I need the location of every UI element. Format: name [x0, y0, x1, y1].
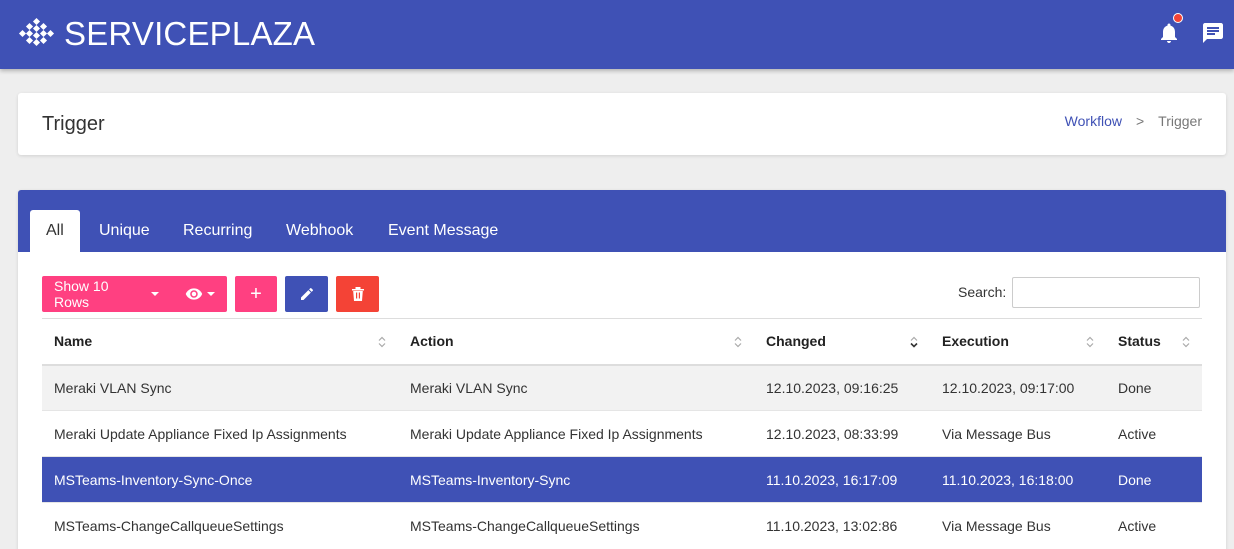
breadcrumb-workflow-link[interactable]: Workflow	[1065, 113, 1122, 129]
delete-button[interactable]	[336, 276, 379, 312]
table-toolbar: Show 10 Rows +	[42, 276, 387, 312]
trigger-list-card: All Unique Recurring Webhook Event Messa…	[18, 190, 1226, 549]
table-row[interactable]: Meraki Update Appliance Fixed Ip Assignm…	[42, 410, 1202, 457]
add-button[interactable]: +	[235, 276, 277, 312]
column-header-label: Action	[410, 333, 454, 350]
cell-action: Meraki Update Appliance Fixed Ip Assignm…	[398, 410, 754, 457]
column-header-label: Status	[1118, 333, 1161, 350]
column-header-status[interactable]: Status	[1106, 318, 1202, 366]
breadcrumb: Workflow > Trigger	[1065, 113, 1202, 129]
show-rows-button[interactable]: Show 10 Rows	[42, 276, 227, 312]
caret-down-icon	[151, 292, 160, 296]
brand-name: SERVICEPLAZA	[64, 15, 316, 52]
column-header-label: Changed	[766, 333, 826, 350]
cell-status: Done	[1106, 456, 1202, 503]
notifications-button[interactable]	[1156, 13, 1183, 46]
search-input[interactable]	[1012, 276, 1201, 308]
cell-status: Active	[1106, 410, 1202, 457]
cell-name: Meraki VLAN Sync	[42, 364, 398, 411]
search-area: Search:	[958, 276, 1201, 308]
chevron-right-icon: >	[1135, 113, 1145, 129]
cell-name: Meraki Update Appliance Fixed Ip Assignm…	[42, 410, 398, 457]
notification-badge	[1173, 13, 1183, 23]
table-row[interactable]: Meraki VLAN Sync Meraki VLAN Sync 12.10.…	[42, 364, 1202, 411]
tab-bar: All Unique Recurring Webhook Event Messa…	[18, 190, 1226, 252]
cell-status: Active	[1106, 502, 1202, 549]
column-header-label: Execution	[942, 333, 1009, 350]
column-header-execution[interactable]: Execution	[930, 318, 1106, 366]
cell-name: MSTeams-Inventory-Sync-Once	[42, 456, 398, 503]
eye-icon	[185, 288, 203, 300]
column-header-action[interactable]: Action	[398, 318, 754, 366]
cell-changed: 11.10.2023, 13:02:86	[754, 502, 930, 549]
cell-execution: Via Message Bus	[930, 502, 1106, 549]
table-row-selected[interactable]: MSTeams-Inventory-Sync-Once MSTeams-Inve…	[42, 456, 1202, 503]
trigger-table: Name Action Changed Execution Status Mer…	[42, 318, 1202, 549]
sort-icon	[734, 336, 742, 348]
tab-recurring[interactable]: Recurring	[167, 210, 268, 252]
cell-execution: Via Message Bus	[930, 410, 1106, 457]
breadcrumb-current: Trigger	[1158, 113, 1202, 129]
brand[interactable]: SERVICEPLAZA	[18, 14, 315, 54]
page-header-card: Trigger Workflow > Trigger	[18, 93, 1226, 155]
tab-all[interactable]: All	[30, 210, 80, 252]
top-app-bar: SERVICEPLAZA	[0, 0, 1234, 69]
message-icon	[1203, 23, 1223, 43]
edit-button[interactable]	[285, 276, 328, 312]
sort-descending-icon	[910, 336, 918, 348]
cell-name: MSTeams-ChangeCallqueueSettings	[42, 502, 398, 549]
cell-action: MSTeams-ChangeCallqueueSettings	[398, 502, 754, 549]
show-rows-label: Show 10 Rows	[54, 278, 109, 310]
trash-icon	[351, 287, 364, 301]
cell-status: Done	[1106, 364, 1202, 411]
cell-changed: 12.10.2023, 08:33:99	[754, 410, 930, 457]
sort-icon	[1182, 336, 1190, 348]
brand-logo-icon	[18, 17, 55, 47]
page-title: Trigger	[42, 113, 105, 135]
column-header-changed[interactable]: Changed	[754, 318, 930, 366]
search-label: Search:	[958, 284, 1007, 300]
tab-unique[interactable]: Unique	[83, 210, 166, 252]
bell-icon	[1161, 23, 1177, 43]
tab-event-message[interactable]: Event Message	[372, 210, 514, 252]
cell-action: MSTeams-Inventory-Sync	[398, 456, 754, 503]
column-header-name[interactable]: Name	[42, 318, 398, 366]
sort-icon	[378, 336, 386, 348]
tab-webhook[interactable]: Webhook	[270, 210, 369, 252]
table-header-row: Name Action Changed Execution Status	[42, 318, 1202, 366]
column-visibility-caret-icon	[207, 292, 215, 296]
messages-button[interactable]	[1200, 20, 1226, 46]
sort-icon	[1086, 336, 1094, 348]
cell-changed: 11.10.2023, 16:17:09	[754, 456, 930, 503]
cell-changed: 12.10.2023, 09:16:25	[754, 364, 930, 411]
cell-execution: 12.10.2023, 09:17:00	[930, 364, 1106, 411]
cell-execution: 11.10.2023, 16:18:00	[930, 456, 1106, 503]
column-header-label: Name	[54, 333, 93, 350]
pencil-icon	[300, 287, 313, 300]
cell-action: Meraki VLAN Sync	[398, 364, 754, 411]
table-row[interactable]: MSTeams-ChangeCallqueueSettings MSTeams-…	[42, 502, 1202, 549]
